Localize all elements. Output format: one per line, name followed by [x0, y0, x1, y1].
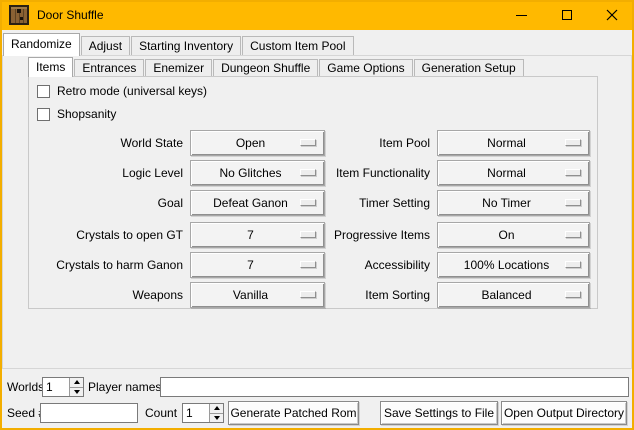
dropdown-indicator-icon: [565, 139, 581, 146]
dropdown-indicator-icon: [565, 261, 581, 268]
weapons-label: Weapons: [20, 282, 183, 308]
worlds-spinbox[interactable]: [42, 377, 84, 397]
retro-mode-row[interactable]: Retro mode (universal keys): [37, 85, 207, 98]
accessibility-label: Accessibility: [318, 252, 430, 278]
logic-level-label: Logic Level: [20, 160, 183, 186]
spin-up-button[interactable]: [210, 404, 223, 414]
crystals-ganon-dropdown[interactable]: 7: [190, 252, 325, 278]
spin-down-icon: [74, 390, 80, 394]
worlds-label: Worlds: [7, 377, 44, 397]
open-output-button[interactable]: Open Output Directory: [501, 401, 627, 425]
outer-tab-bar: Randomize Adjust Starting Inventory Cust…: [3, 33, 355, 56]
count-input[interactable]: [183, 404, 209, 422]
door-icon: [9, 5, 29, 25]
titlebar: Door Shuffle: [0, 0, 634, 30]
spin-down-icon: [214, 416, 220, 420]
item-pool-dropdown[interactable]: Normal: [437, 130, 590, 156]
tab-custom-item-pool[interactable]: Custom Item Pool: [242, 36, 353, 55]
spin-down-button[interactable]: [210, 414, 223, 423]
progressive-items-dropdown[interactable]: On: [437, 222, 590, 248]
player-names-input[interactable]: [160, 377, 629, 397]
spin-up-icon: [214, 406, 220, 410]
dropdown-indicator-icon: [300, 199, 316, 206]
tab-adjust[interactable]: Adjust: [81, 36, 130, 55]
progressive-items-label: Progressive Items: [318, 222, 430, 248]
window-controls: [499, 0, 634, 30]
tab-dungeon-shuffle[interactable]: Dungeon Shuffle: [213, 59, 318, 76]
worlds-input[interactable]: [43, 378, 69, 396]
tab-randomize[interactable]: Randomize: [3, 33, 80, 56]
item-sorting-label: Item Sorting: [318, 282, 430, 308]
count-spin-arrows: [209, 404, 223, 422]
window: Door Shuffle Randomize Adjust Starting I…: [0, 0, 634, 430]
weapons-dropdown[interactable]: Vanilla: [190, 282, 325, 308]
tab-game-options[interactable]: Game Options: [319, 59, 412, 76]
goal-label: Goal: [20, 190, 183, 216]
count-spinbox[interactable]: [182, 403, 224, 423]
retro-mode-label[interactable]: Retro mode (universal keys): [57, 85, 207, 98]
crystals-gt-dropdown[interactable]: 7: [190, 222, 325, 248]
dropdown-indicator-icon: [565, 199, 581, 206]
player-names-label: Player names: [88, 377, 161, 397]
dropdown-indicator-icon: [300, 139, 316, 146]
dropdown-indicator-icon: [300, 261, 316, 268]
dropdown-indicator-icon: [565, 231, 581, 238]
save-settings-button[interactable]: Save Settings to File: [380, 401, 498, 425]
dropdown-indicator-icon: [300, 169, 316, 176]
close-button[interactable]: [589, 0, 634, 30]
dropdown-indicator-icon: [300, 231, 316, 238]
minimize-button[interactable]: [499, 0, 544, 30]
count-label: Count: [145, 403, 177, 423]
spin-up-icon: [74, 380, 80, 384]
close-icon: [606, 9, 618, 21]
retro-mode-checkbox[interactable]: [37, 85, 50, 98]
crystals-gt-label: Crystals to open GT: [20, 222, 183, 248]
maximize-button[interactable]: [544, 0, 589, 30]
timer-setting-dropdown[interactable]: No Timer: [437, 190, 590, 216]
shopsanity-checkbox[interactable]: [37, 108, 50, 121]
crystals-ganon-label: Crystals to harm Ganon: [20, 252, 183, 278]
goal-dropdown[interactable]: Defeat Ganon: [190, 190, 325, 216]
tab-entrances[interactable]: Entrances: [74, 59, 144, 76]
item-sorting-dropdown[interactable]: Balanced: [437, 282, 590, 308]
item-pool-label: Item Pool: [318, 130, 430, 156]
window-title: Door Shuffle: [37, 8, 104, 22]
tab-enemizer[interactable]: Enemizer: [145, 59, 212, 76]
shopsanity-label[interactable]: Shopsanity: [57, 108, 116, 121]
world-state-label: World State: [20, 130, 183, 156]
dropdown-indicator-icon: [300, 291, 316, 298]
shopsanity-row[interactable]: Shopsanity: [37, 108, 116, 121]
timer-setting-label: Timer Setting: [318, 190, 430, 216]
worlds-spin-arrows: [69, 378, 83, 396]
generate-rom-button[interactable]: Generate Patched Rom: [228, 401, 359, 425]
dropdown-indicator-icon: [565, 291, 581, 298]
accessibility-dropdown[interactable]: 100% Locations: [437, 252, 590, 278]
spin-down-button[interactable]: [70, 388, 83, 397]
item-functionality-dropdown[interactable]: Normal: [437, 160, 590, 186]
tab-items[interactable]: Items: [28, 57, 73, 77]
world-state-dropdown[interactable]: Open: [190, 130, 325, 156]
inner-tab-bar: Items Entrances Enemizer Dungeon Shuffle…: [28, 57, 525, 77]
tab-starting-inventory[interactable]: Starting Inventory: [131, 36, 241, 55]
maximize-icon: [562, 10, 572, 20]
item-functionality-label: Item Functionality: [318, 160, 430, 186]
dropdown-indicator-icon: [565, 169, 581, 176]
minimize-icon: [516, 15, 527, 16]
spin-up-button[interactable]: [70, 378, 83, 388]
logic-level-dropdown[interactable]: No Glitches: [190, 160, 325, 186]
tab-generation-setup[interactable]: Generation Setup: [414, 59, 524, 76]
seed-input[interactable]: [40, 403, 138, 423]
